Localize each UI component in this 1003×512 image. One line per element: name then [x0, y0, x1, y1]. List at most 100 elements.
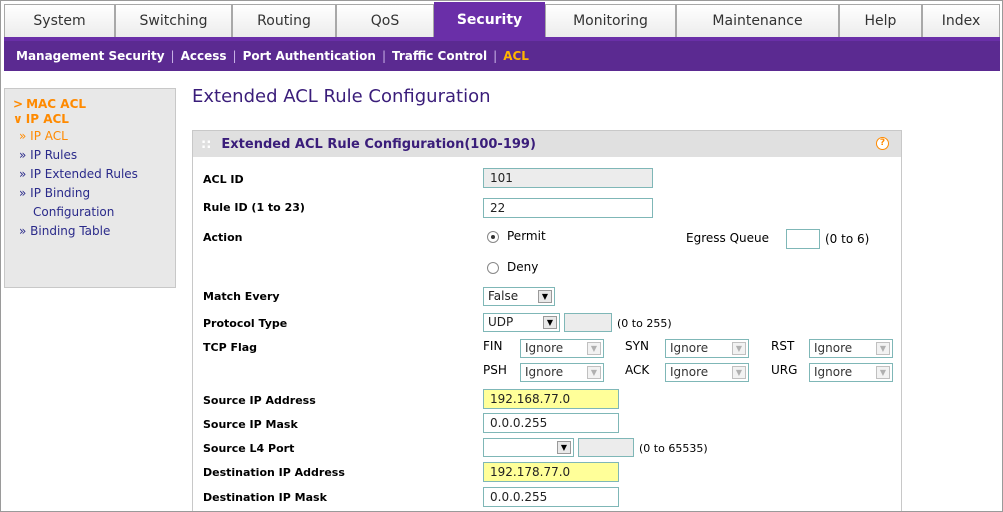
permit-label: Permit	[507, 229, 546, 243]
protocol-type-label: Protocol Type	[203, 317, 288, 330]
flag-rst-select[interactable]: Ignore ▼	[809, 339, 893, 358]
flag-ack-label: ACK	[625, 363, 650, 377]
tab-label: Index	[941, 13, 981, 29]
sidebar-item-ip-binding[interactable]: » IP Binding	[5, 183, 175, 202]
protocol-type-select[interactable]: UDP ▼	[483, 313, 560, 332]
flag-psh-select[interactable]: Ignore ▼	[520, 363, 604, 382]
sidebar-group-label: MAC ACL	[26, 97, 87, 111]
source-mask-label: Source IP Mask	[203, 418, 298, 431]
flag-fin-value: Ignore	[525, 341, 564, 355]
tab-system[interactable]: System	[4, 4, 115, 37]
tab-switching[interactable]: Switching	[115, 4, 232, 37]
tab-label: Monitoring	[573, 13, 648, 29]
deny-label: Deny	[507, 260, 539, 274]
egress-queue-input[interactable]	[786, 229, 820, 249]
tab-label: Routing	[257, 13, 311, 29]
flag-ack-select[interactable]: Ignore ▼	[665, 363, 749, 382]
rule-id-input[interactable]: 22	[483, 198, 653, 218]
flag-urg-value: Ignore	[814, 365, 853, 379]
protocol-range: (0 to 255)	[617, 317, 672, 330]
tab-routing[interactable]: Routing	[232, 4, 336, 37]
acl-id-field: 101	[483, 168, 653, 188]
match-every-value: False	[488, 289, 519, 303]
tab-label: Switching	[139, 13, 208, 29]
dropdown-arrow-icon: ▼	[543, 316, 557, 329]
destination-mask-input[interactable]: 0.0.0.255	[483, 487, 619, 507]
tab-label: System	[33, 13, 86, 29]
deny-radio[interactable]	[487, 262, 499, 274]
panel-title: Extended ACL Rule Configuration(100-199)	[221, 136, 536, 152]
egress-queue-label: Egress Queue	[686, 231, 769, 245]
source-ip-label: Source IP Address	[203, 394, 316, 407]
destination-mask-label: Destination IP Mask	[203, 491, 327, 504]
help-icon[interactable]: ?	[876, 137, 889, 150]
sidebar-group-label: IP ACL	[25, 112, 69, 126]
source-l4-port-number-input[interactable]	[578, 438, 634, 457]
security-sub-nav: Management Security | Access | Port Auth…	[4, 37, 1000, 71]
tcp-flag-label: TCP Flag	[203, 341, 258, 354]
flag-urg-select[interactable]: Ignore ▼	[809, 363, 893, 382]
sidebar: > MAC ACL ∨ IP ACL » IP ACL » IP Rules » I…	[4, 88, 176, 288]
sidebar-item-ip-acl[interactable]: » IP ACL	[5, 126, 175, 145]
action-label: Action	[203, 231, 243, 244]
dropdown-arrow-icon: ▼	[587, 366, 601, 379]
tab-maintenance[interactable]: Maintenance	[676, 4, 839, 37]
subnav-acl[interactable]: ACL	[497, 49, 535, 63]
rule-id-label: Rule ID (1 to 23)	[203, 201, 305, 214]
dropdown-arrow-icon: ▼	[587, 342, 601, 355]
flag-syn-select[interactable]: Ignore ▼	[665, 339, 749, 358]
match-every-label: Match Every	[203, 290, 280, 303]
flag-fin-select[interactable]: Ignore ▼	[520, 339, 604, 358]
sidebar-group-ip-acl[interactable]: ∨ IP ACL	[5, 111, 175, 126]
tab-security[interactable]: Security	[434, 2, 545, 37]
dropdown-arrow-icon: ▼	[876, 366, 890, 379]
subnav-access[interactable]: Access	[175, 49, 233, 63]
tab-label: Maintenance	[712, 13, 803, 29]
dropdown-arrow-icon: ▼	[557, 441, 571, 454]
destination-ip-label: Destination IP Address	[203, 466, 345, 479]
grip-icon: ::	[201, 136, 212, 152]
subnav-traffic-control[interactable]: Traffic Control	[386, 49, 493, 63]
flag-psh-value: Ignore	[525, 365, 564, 379]
flag-syn-value: Ignore	[670, 341, 709, 355]
sidebar-item-ip-rules[interactable]: » IP Rules	[5, 145, 175, 164]
subnav-port-authentication[interactable]: Port Authentication	[237, 49, 382, 63]
acl-id-label: ACL ID	[203, 173, 244, 186]
flag-fin-label: FIN	[483, 339, 503, 353]
tab-label: Help	[864, 13, 897, 29]
tab-index[interactable]: Index	[922, 4, 1000, 37]
panel-header: :: Extended ACL Rule Configuration(100-1…	[193, 131, 901, 157]
sidebar-item-ip-extended-rules[interactable]: » IP Extended Rules	[5, 164, 175, 183]
tab-label: QoS	[370, 13, 400, 29]
protocol-type-value: UDP	[488, 315, 514, 329]
match-every-select[interactable]: False ▼	[483, 287, 555, 306]
chevron-right-icon: >	[13, 97, 24, 111]
main-tab-bar: System Switching Routing QoS Security Mo…	[0, 0, 1003, 37]
flag-syn-label: SYN	[625, 339, 649, 353]
flag-rst-value: Ignore	[814, 341, 853, 355]
flag-psh-label: PSH	[483, 363, 507, 377]
destination-ip-input[interactable]: 192.178.77.0	[483, 462, 619, 482]
subnav-management-security[interactable]: Management Security	[10, 49, 171, 63]
tab-qos[interactable]: QoS	[336, 4, 434, 37]
page-title: Extended ACL Rule Configuration	[192, 86, 491, 107]
tab-monitoring[interactable]: Monitoring	[545, 4, 676, 37]
egress-queue-range: (0 to 6)	[825, 232, 870, 246]
dropdown-arrow-icon: ▼	[732, 366, 746, 379]
tab-help[interactable]: Help	[839, 4, 922, 37]
source-ip-input[interactable]: 192.168.77.0	[483, 389, 619, 409]
source-mask-input[interactable]: 0.0.0.255	[483, 413, 619, 433]
flag-ack-value: Ignore	[670, 365, 709, 379]
flag-urg-label: URG	[771, 363, 798, 377]
rule-config-panel: :: Extended ACL Rule Configuration(100-1…	[192, 130, 902, 512]
sidebar-item-binding-table[interactable]: » Binding Table	[5, 221, 175, 240]
sidebar-item-ip-binding-continued[interactable]: Configuration	[5, 202, 175, 221]
source-l4-port-range: (0 to 65535)	[639, 442, 708, 455]
source-l4-port-label: Source L4 Port	[203, 442, 295, 455]
dropdown-arrow-icon: ▼	[876, 342, 890, 355]
sidebar-group-mac-acl[interactable]: > MAC ACL	[5, 95, 175, 111]
dropdown-arrow-icon: ▼	[732, 342, 746, 355]
source-l4-port-select[interactable]: ▼	[483, 438, 574, 457]
permit-radio[interactable]	[487, 231, 499, 243]
protocol-number-input[interactable]	[564, 313, 612, 332]
